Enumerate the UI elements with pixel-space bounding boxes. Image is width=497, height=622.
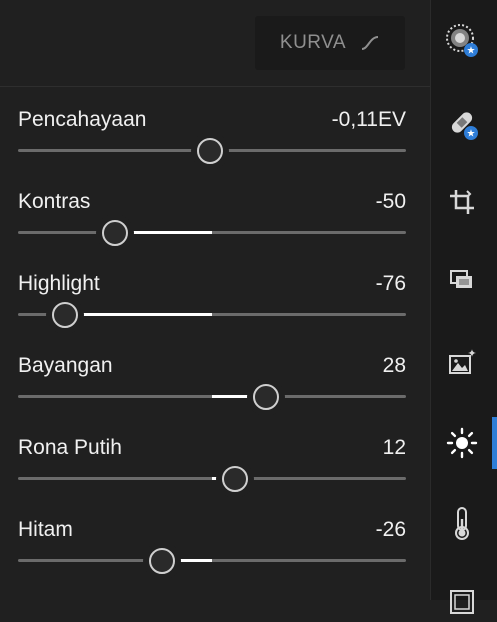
- selective-mask-icon[interactable]: ★: [442, 20, 482, 60]
- light-icon[interactable]: [442, 423, 482, 463]
- slider-label: Highlight: [18, 272, 100, 295]
- slider-track[interactable]: [18, 302, 406, 328]
- slider-row-shadows: Bayangan 28: [18, 354, 406, 424]
- adjustment-panel: KURVA Pencahayaan -0,11EV Kontras -50 Hi…: [0, 0, 430, 600]
- slider-track[interactable]: [18, 220, 406, 246]
- slider-row-whites: Rona Putih 12: [18, 436, 406, 506]
- svg-text:✦: ✦: [467, 347, 476, 360]
- slider-fill: [115, 231, 212, 234]
- slider-row-contrast: Kontras -50: [18, 190, 406, 260]
- crop-icon[interactable]: [442, 182, 482, 222]
- slider-row-exposure: Pencahayaan -0,11EV: [18, 108, 406, 178]
- slider-value: -76: [375, 272, 406, 295]
- slider-row-highlights: Highlight -76: [18, 272, 406, 342]
- healing-brush-icon[interactable]: ★: [442, 103, 482, 143]
- slider-label: Bayangan: [18, 354, 113, 377]
- color-temperature-icon[interactable]: [442, 503, 482, 543]
- slider-thumb[interactable]: [51, 302, 78, 328]
- slider-thumb[interactable]: [222, 466, 249, 492]
- slider-track[interactable]: [18, 384, 406, 410]
- slider-thumb[interactable]: [102, 220, 128, 246]
- rail-divider: [430, 0, 431, 600]
- svg-text:★: ★: [467, 129, 476, 140]
- slider-fill: [64, 313, 212, 316]
- active-tool-indicator: [492, 417, 497, 469]
- slider-track[interactable]: [18, 138, 406, 164]
- slider-track[interactable]: [18, 466, 406, 492]
- slider-thumb[interactable]: [148, 548, 175, 574]
- slider-value: 28: [382, 354, 406, 377]
- slider-track[interactable]: [18, 548, 406, 574]
- svg-text:★: ★: [467, 46, 476, 57]
- effects-icon[interactable]: [442, 582, 482, 622]
- slider-label: Kontras: [18, 190, 91, 213]
- slider-thumb[interactable]: [253, 384, 280, 410]
- slider-row-blacks: Hitam -26: [18, 518, 406, 588]
- curve-icon: [361, 36, 379, 50]
- curve-button[interactable]: KURVA: [255, 16, 405, 70]
- slider-thumb[interactable]: [196, 138, 223, 164]
- slider-label: Pencahayaan: [18, 108, 147, 131]
- slider-value: 12: [382, 436, 406, 459]
- slider-label: Rona Putih: [18, 436, 122, 459]
- curve-button-label: KURVA: [279, 32, 347, 53]
- slider-value: -0,11EV: [331, 108, 406, 131]
- auto-enhance-icon[interactable]: ✦: [442, 343, 482, 383]
- slider-value: -50: [375, 190, 406, 213]
- header-divider: [0, 86, 430, 87]
- slider-value: -26: [375, 518, 406, 541]
- presets-icon[interactable]: [442, 260, 482, 300]
- slider-label: Hitam: [18, 518, 73, 541]
